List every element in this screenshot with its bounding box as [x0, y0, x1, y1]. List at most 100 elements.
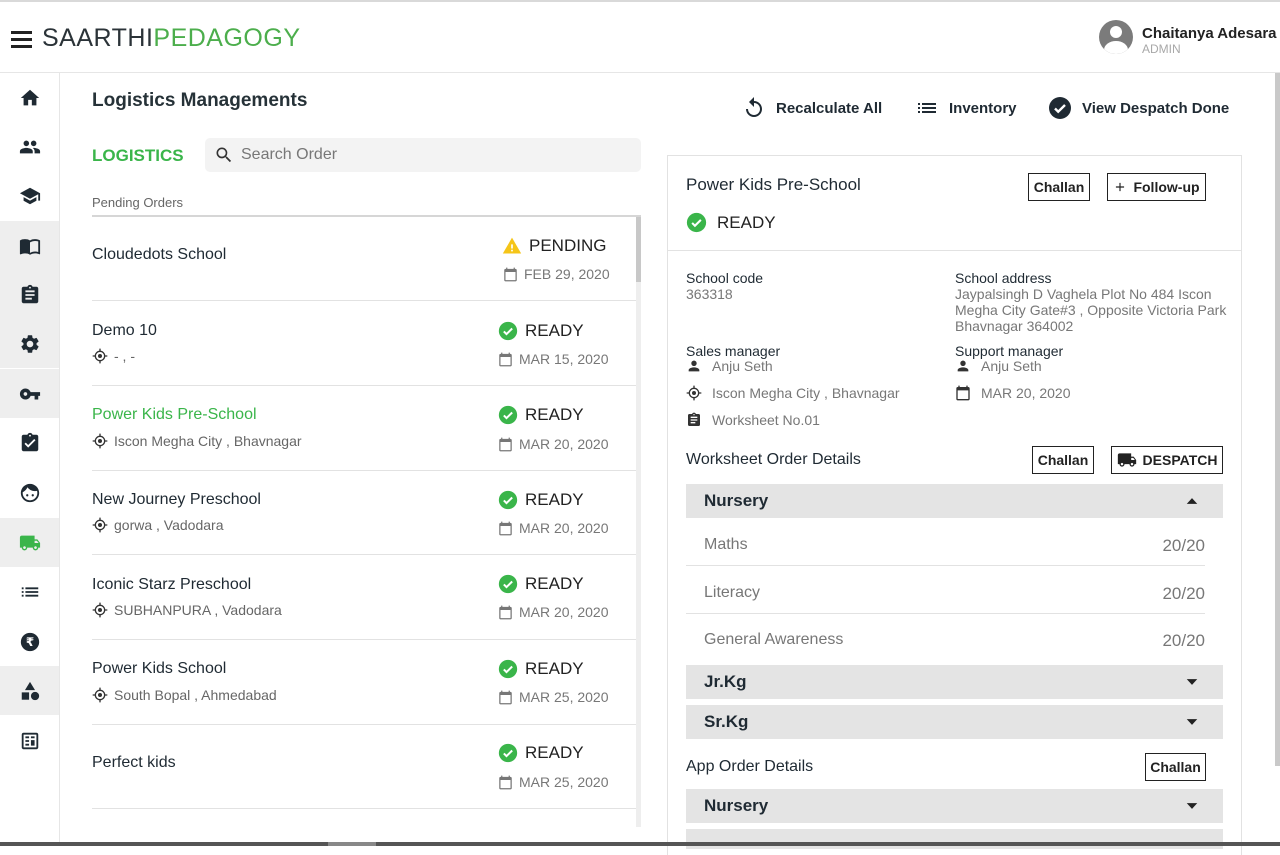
sidebar-item-finance[interactable]: ₹ — [0, 617, 59, 666]
check-circle-icon — [1049, 97, 1071, 119]
order-date-label: MAR 20, 2020 — [519, 604, 609, 620]
check-circle-icon — [498, 574, 518, 594]
order-status-label: READY — [525, 743, 584, 762]
sidebar-item-list[interactable] — [0, 567, 59, 616]
follow-up-button[interactable]: Follow-up — [1107, 173, 1206, 201]
order-row[interactable]: New Journey Preschool gorwa , Vadodara R… — [92, 471, 636, 555]
check-circle-icon — [498, 743, 518, 763]
order-row[interactable]: Power Kids School South Bopal , Ahmedaba… — [92, 640, 636, 725]
support-manager-row: Anju Seth — [955, 358, 1042, 374]
school-code-value: 363318 — [686, 286, 733, 302]
despatch-button[interactable]: DESPATCH — [1111, 446, 1223, 474]
sidebar-item-face[interactable] — [0, 468, 59, 517]
detail-divider — [668, 250, 1241, 251]
order-row-selected[interactable]: Power Kids Pre-School Iscon Megha City ,… — [92, 386, 636, 471]
despatch-label: DESPATCH — [1142, 452, 1218, 468]
page-scrollbar[interactable] — [1275, 73, 1280, 766]
order-date-label: MAR 15, 2020 — [519, 351, 609, 367]
calendar-icon — [499, 521, 512, 535]
sidebar-item-assignment[interactable] — [0, 418, 59, 467]
sidebar-item-key[interactable] — [0, 369, 59, 418]
worksheet-challan-button[interactable]: Challan — [1032, 446, 1094, 474]
order-status: PENDING — [502, 236, 606, 256]
shapes-icon — [21, 681, 39, 700]
order-name: Perfect kids — [92, 754, 176, 771]
order-row[interactable]: Iconic Starz Preschool SUBHANPURA , Vado… — [92, 555, 636, 640]
order-name: Iconic Starz Preschool — [92, 576, 252, 593]
inventory-button[interactable]: Inventory — [915, 96, 1017, 120]
menu-icon[interactable] — [11, 31, 32, 48]
sidebar-item-people[interactable] — [0, 122, 59, 171]
detail-status: READY — [686, 212, 776, 233]
school-address-label: School address — [955, 270, 1052, 286]
worksheet-grade-nursery[interactable]: Nursery — [686, 484, 1223, 518]
calendar-icon — [499, 352, 512, 366]
detail-location-row: Iscon Megha City , Bhavnagar — [686, 385, 900, 401]
sidebar-item-shapes[interactable] — [0, 666, 59, 715]
assignment-check-icon — [21, 432, 38, 451]
check-circle-icon — [686, 212, 707, 233]
order-status-label: READY — [525, 574, 584, 593]
user-role: ADMIN — [1142, 42, 1181, 56]
detail-date-value: MAR 20, 2020 — [981, 385, 1071, 401]
order-location: SUBHANPURA , Vadodara — [92, 602, 282, 618]
order-status-label: PENDING — [529, 236, 607, 255]
worksheet-grade-srkg[interactable]: Sr.Kg — [686, 705, 1223, 739]
brand-logo[interactable]: SAARTHIPEDAGOGY — [42, 24, 301, 53]
search-input[interactable] — [241, 142, 631, 168]
detail-status-label: READY — [717, 212, 776, 232]
top-app-bar: SAARTHIPEDAGOGY Chaitanya Adesara ADMIN — [0, 2, 1280, 73]
calendar-icon — [499, 437, 512, 451]
search-bar[interactable] — [205, 138, 641, 172]
sidebar-item-clipboard[interactable] — [0, 270, 59, 319]
check-circle-icon — [498, 321, 518, 341]
order-status: READY — [498, 743, 584, 763]
sales-manager-value: Anju Seth — [712, 358, 773, 374]
order-location-label: Iscon Megha City , Bhavnagar — [114, 433, 302, 449]
grade-name: Jr.Kg — [704, 672, 747, 691]
sidebar-item-settings[interactable] — [0, 319, 59, 368]
truck-icon — [1117, 453, 1136, 467]
support-manager-label: Support manager — [955, 343, 1064, 359]
order-location: gorwa , Vadodara — [92, 517, 223, 533]
subject-row: Maths 20/20 — [686, 518, 1205, 566]
order-location: South Bopal , Ahmedabad — [92, 687, 277, 703]
sidebar-item-books[interactable] — [0, 221, 59, 270]
orders-scrollbar[interactable] — [636, 217, 641, 827]
recalculate-all-label: Recalculate All — [776, 99, 883, 117]
avatar[interactable] — [1099, 20, 1133, 54]
app-challan-button[interactable]: Challan — [1145, 753, 1206, 781]
location-icon — [92, 348, 108, 364]
worksheet-no-value: Worksheet No.01 — [712, 412, 820, 428]
order-name: Demo 10 — [92, 322, 157, 339]
orders-scrollbar-thumb[interactable] — [636, 217, 641, 282]
app-grade-next[interactable] — [686, 829, 1223, 849]
subject-count: 20/20 — [1162, 584, 1205, 603]
grade-name: Nursery — [704, 491, 769, 510]
book-icon — [19, 238, 40, 255]
order-name: Power Kids Pre-School — [92, 406, 257, 423]
view-despatch-done-button[interactable]: View Despatch Done — [1048, 96, 1229, 120]
pending-orders-label: Pending Orders — [92, 195, 184, 210]
subject-name: Maths — [704, 536, 748, 553]
order-location-label: South Bopal , Ahmedabad — [114, 687, 277, 703]
location-icon — [686, 385, 702, 401]
order-row[interactable]: Perfect kids READY MAR 25, 2020 — [92, 725, 636, 809]
order-date-label: MAR 20, 2020 — [519, 436, 609, 452]
order-row[interactable]: Cloudedots School PENDING FEB 29, 2020 — [92, 217, 636, 301]
recalculate-all-button[interactable]: Recalculate All — [742, 96, 882, 120]
sidebar-item-school[interactable] — [0, 171, 59, 220]
app-grade-nursery[interactable]: Nursery — [686, 789, 1223, 823]
sidebar-item-home[interactable] — [0, 73, 59, 122]
order-location-label: SUBHANPURA , Vadodara — [114, 602, 282, 618]
calendar-icon — [956, 385, 970, 401]
plus-icon — [1116, 182, 1125, 192]
worksheet-grade-jrkg[interactable]: Jr.Kg — [686, 665, 1223, 699]
sidebar-item-calculator[interactable] — [0, 716, 59, 765]
order-row[interactable]: Demo 10 - , - READY MAR 15, 2020 — [92, 301, 636, 386]
view-despatch-done-label: View Despatch Done — [1082, 99, 1230, 117]
challan-button[interactable]: Challan — [1028, 173, 1090, 201]
bottom-scrollbar[interactable] — [0, 842, 1280, 846]
order-date: MAR 20, 2020 — [498, 604, 609, 620]
sidebar-item-logistics[interactable] — [0, 518, 59, 567]
